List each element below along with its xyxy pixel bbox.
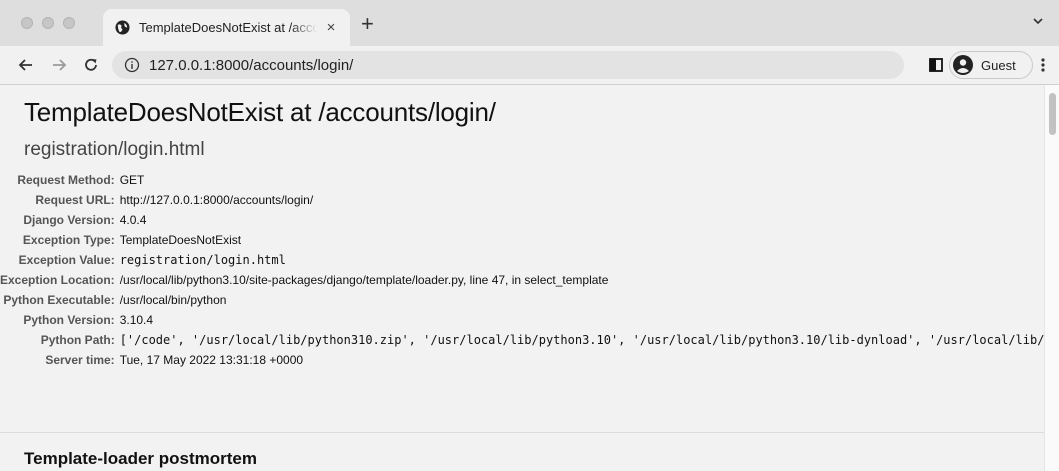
kebab-menu-icon[interactable] <box>1040 57 1046 73</box>
meta-label: Request URL: <box>35 193 115 207</box>
meta-value: GET <box>119 173 145 187</box>
meta-row: Python Path: ['/code', '/usr/local/lib/py… <box>0 330 1059 350</box>
chevron-down-icon[interactable] <box>1031 14 1045 28</box>
meta-value: http://127.0.0.1:8000/accounts/login/ <box>119 193 314 207</box>
meta-row: Server time: Tue, 17 May 2022 13:31:18 +0… <box>0 350 1059 370</box>
meta-row: Exception Value: registration/login.html <box>0 250 1059 270</box>
reload-icon[interactable] <box>82 56 100 74</box>
page-scrollbar[interactable] <box>1044 85 1059 471</box>
guest-avatar-icon <box>953 55 973 75</box>
zoom-dot-icon[interactable] <box>63 17 75 29</box>
back-arrow-icon[interactable] <box>17 56 35 74</box>
meta-value: 4.0.4 <box>119 213 147 227</box>
meta-label: Python Executable: <box>3 293 115 307</box>
tab-title: TemplateDoesNotExist at /accounts/login/ <box>139 20 317 35</box>
tab-strip: TemplateDoesNotExist at /accounts/login/… <box>0 0 1059 46</box>
meta-label: Server time: <box>45 353 115 367</box>
meta-row: Exception Location: /usr/local/lib/python… <box>0 270 1059 290</box>
minimize-dot-icon[interactable] <box>42 17 54 29</box>
postmortem-section: Template-loader postmortem <box>0 433 1059 471</box>
meta-label: Exception Type: <box>22 233 115 247</box>
meta-row: Request Method: GET <box>0 170 1059 190</box>
url-text: 127.0.0.1:8000/accounts/login/ <box>149 56 354 74</box>
meta-row: Python Version: 3.10.4 <box>0 310 1059 330</box>
page-viewport: TemplateDoesNotExist at /accounts/login/… <box>0 85 1059 471</box>
profile-label: Guest <box>981 57 1016 73</box>
browser-toolbar: 127.0.0.1:8000/accounts/login/ Guest <box>0 46 1059 85</box>
window-controls <box>21 17 75 29</box>
meta-row: Python Executable: /usr/local/bin/python <box>0 290 1059 310</box>
python-path-value: ['/code', '/usr/local/lib/python310.zip'… <box>119 333 1059 347</box>
forward-arrow-icon[interactable] <box>50 56 68 74</box>
meta-row: Request URL: http://127.0.0.1:8000/accoun… <box>0 190 1059 210</box>
meta-row: Django Version: 4.0.4 <box>0 210 1059 230</box>
profile-button[interactable]: Guest <box>949 51 1033 79</box>
meta-value: Tue, 17 May 2022 13:31:18 +0000 <box>119 353 304 367</box>
meta-label: Python Version: <box>23 313 115 327</box>
meta-label: Request Method: <box>17 173 115 187</box>
address-bar[interactable]: 127.0.0.1:8000/accounts/login/ <box>112 51 904 79</box>
page-title: TemplateDoesNotExist at /accounts/login/ <box>24 97 496 127</box>
close-icon[interactable]: × <box>323 19 339 36</box>
globe-icon <box>115 20 130 35</box>
side-panel-icon[interactable] <box>929 58 943 72</box>
plus-icon[interactable]: + <box>361 13 374 35</box>
page-subtitle: registration/login.html <box>24 139 205 160</box>
meta-label: Exception Value: <box>18 253 115 267</box>
meta-value: TemplateDoesNotExist <box>119 233 242 247</box>
postmortem-heading: Template-loader postmortem <box>24 449 258 468</box>
info-icon[interactable] <box>124 57 140 73</box>
browser-tab[interactable]: TemplateDoesNotExist at /accounts/login/… <box>103 9 350 46</box>
meta-value: registration/login.html <box>119 253 286 267</box>
meta-label: Python Path: <box>40 333 115 347</box>
close-dot-icon[interactable] <box>21 17 33 29</box>
error-summary: TemplateDoesNotExist at /accounts/login/… <box>0 85 1059 433</box>
meta-value: /usr/local/bin/python <box>119 293 227 307</box>
meta-value: /usr/local/lib/python3.10/site-packages/… <box>119 273 609 287</box>
meta-value: 3.10.4 <box>119 313 154 327</box>
meta-row: Exception Type: TemplateDoesNotExist <box>0 230 1059 250</box>
scrollbar-thumb[interactable] <box>1049 93 1056 135</box>
meta-label: Exception Location: <box>0 273 115 287</box>
request-meta-table: Request Method: GET Request URL: http://12… <box>0 170 1059 370</box>
meta-label: Django Version: <box>23 213 115 227</box>
